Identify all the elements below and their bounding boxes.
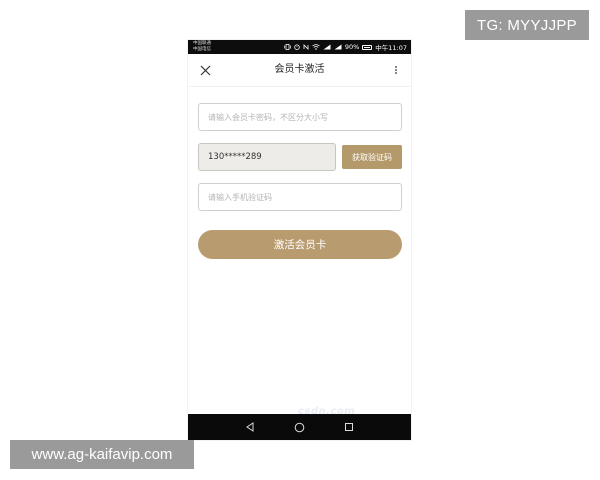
get-code-button[interactable]: 获取验证码 [342, 145, 402, 169]
recent-square-icon [345, 423, 353, 431]
phone-screen: 中国联通 中国电信 90% 中午11:07 会员卡激活 请输入会员卡密码，不区分… [188, 40, 411, 440]
alarm-icon [294, 44, 300, 50]
nav-bar: 会员卡激活 [188, 54, 411, 87]
site-overlay-label: www.ag-kaifavip.com [10, 440, 194, 469]
nfc-icon [303, 44, 309, 50]
carrier-2: 中国电信 [193, 46, 211, 52]
recent-apps-button[interactable] [341, 419, 357, 435]
more-vertical-icon [395, 66, 397, 74]
clock: 中午11:07 [375, 44, 407, 52]
status-bar: 中国联通 中国电信 90% 中午11:07 [188, 40, 411, 54]
card-password-input[interactable] [198, 103, 402, 131]
wifi-icon [312, 44, 320, 50]
back-triangle-icon [246, 422, 254, 432]
battery-percent: 90% [344, 43, 360, 51]
phone-number-field: 130*****289 [198, 143, 336, 171]
vibrate-icon [283, 44, 291, 50]
signal-2-icon [334, 44, 342, 50]
signal-icon [323, 44, 331, 50]
more-button[interactable] [389, 63, 403, 77]
back-button[interactable] [242, 419, 258, 435]
sms-code-input[interactable] [198, 183, 402, 211]
carrier-1: 中国联通 [193, 41, 211, 46]
carrier-info: 中国联通 中国电信 [193, 41, 211, 52]
tg-overlay-label: TG: MYYJJPP [465, 10, 589, 40]
home-circle-icon [294, 422, 304, 432]
battery-icon [362, 44, 373, 50]
home-button[interactable] [291, 419, 307, 435]
android-nav-bar [188, 414, 411, 440]
page-title: 会员卡激活 [274, 64, 325, 75]
activate-card-button[interactable]: 激活会员卡 [198, 230, 402, 259]
status-icons: 90% 中午11:07 [283, 40, 407, 54]
